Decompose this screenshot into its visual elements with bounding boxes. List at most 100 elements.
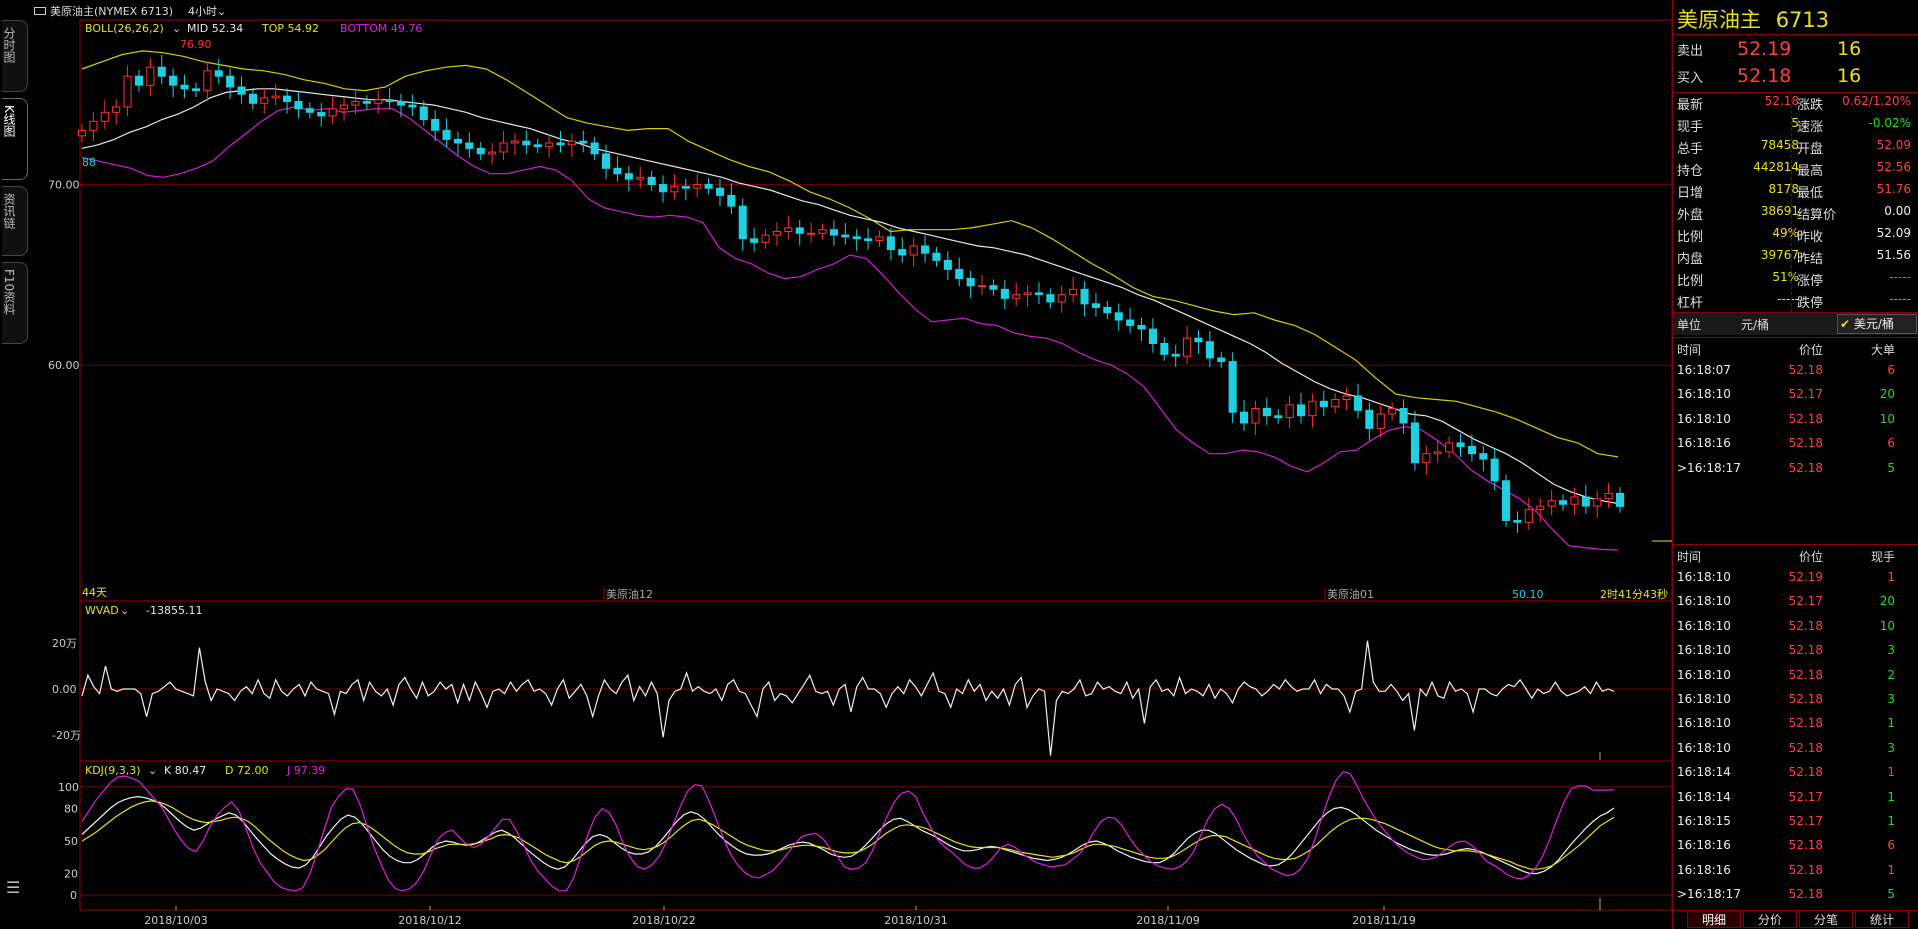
wvad-name[interactable]: WVAD xyxy=(85,604,119,617)
trade-row: 16:18:10 52.18 3 xyxy=(1677,741,1915,765)
candle-body xyxy=(1308,400,1317,417)
candle-body xyxy=(932,252,941,261)
candle-body xyxy=(328,108,337,117)
candle-body xyxy=(1217,357,1226,363)
candle-body xyxy=(636,176,645,180)
wvad-series-line xyxy=(81,640,1615,756)
stat-label: 杠杆 xyxy=(1677,296,1704,311)
stat-separator xyxy=(1791,248,1792,268)
trade-time: 16:18:10 xyxy=(1677,570,1731,584)
boll-bottom: BOTTOM 49.76 xyxy=(340,22,422,35)
left-value: 88 xyxy=(82,156,96,169)
boll-name[interactable]: BOLL(26,26,2) xyxy=(85,22,164,35)
boll-chevron-icon[interactable]: ⌄ xyxy=(172,22,181,35)
chart-area[interactable]: 70.00 60.00 20万 0.00 -20万 100 80 50 20 0 2018/10/0… xyxy=(0,0,1672,929)
candle-body xyxy=(1490,458,1499,482)
candle-body xyxy=(1353,395,1363,411)
candle-body xyxy=(431,119,440,131)
unit-usd-option[interactable]: ✔ 美元/桶 xyxy=(1837,314,1917,334)
kdj-chevron-icon[interactable]: ⌄ xyxy=(148,764,157,777)
candle-body xyxy=(1342,395,1351,400)
quote-stat-row: 持仓 442814 最高 52.56 xyxy=(1677,160,1915,182)
stat-separator xyxy=(1791,116,1792,136)
x-tick-label: 2018/10/03 xyxy=(144,914,207,927)
stat-label: 昨结 xyxy=(1797,252,1824,267)
trade-volume: 3 xyxy=(1887,740,1895,755)
kdj-tick-label: 50 xyxy=(64,835,78,848)
ask-row[interactable]: 卖出 52.19 16 xyxy=(1677,38,1915,62)
bottom-tab[interactable]: 明细 xyxy=(1687,911,1741,928)
stat-value: 5 xyxy=(1791,116,1799,130)
trade-volume: 6 xyxy=(1887,838,1895,853)
trade-volume: 6 xyxy=(1887,363,1895,377)
big-trades-header: 时间 价位 大单 xyxy=(1677,341,1915,365)
candle-body xyxy=(1103,306,1112,314)
candle-body xyxy=(1091,303,1101,308)
trade-price: 52.18 xyxy=(1788,460,1823,475)
trade-row: 16:18:15 52.17 1 xyxy=(1677,814,1915,838)
ask-volume: 16 xyxy=(1837,38,1862,60)
candle-body xyxy=(556,142,565,146)
trade-price: 52.19 xyxy=(1788,570,1823,584)
candle-body xyxy=(1456,442,1465,447)
boll-top: TOP 54.92 xyxy=(261,22,319,35)
trade-price: 52.18 xyxy=(1788,740,1823,755)
bid-row[interactable]: 买入 52.18 16 xyxy=(1677,65,1915,89)
candle-body xyxy=(1376,413,1385,429)
trade-row: 16:18:16 52.18 6 xyxy=(1677,436,1915,460)
candle-body xyxy=(1285,404,1294,418)
column-header: 时间 xyxy=(1677,550,1702,564)
trade-volume: 1 xyxy=(1887,862,1895,877)
stat-label: 内盘 xyxy=(1677,252,1704,267)
kdj-name[interactable]: KDJ(9,3,3) xyxy=(85,764,141,777)
candle-body xyxy=(1194,337,1203,343)
trade-price: 52.18 xyxy=(1788,765,1823,780)
stat-separator xyxy=(1791,94,1792,114)
wvad-tick-label: -20万 xyxy=(52,729,81,742)
candle-body xyxy=(1171,353,1180,357)
candle-body xyxy=(283,95,292,102)
trade-volume: 10 xyxy=(1879,411,1895,426)
trade-volume: 1 xyxy=(1887,814,1895,828)
unit-cny-option[interactable]: 元/桶 xyxy=(1741,316,1769,333)
candle-body xyxy=(134,75,143,86)
trade-time: 16:18:10 xyxy=(1677,643,1731,658)
quote-stat-row: 比例 49% 昨收 52.09 xyxy=(1677,226,1915,248)
stat-separator xyxy=(1791,292,1792,312)
candle-body xyxy=(89,120,98,131)
candle-body xyxy=(1057,294,1066,303)
bottom-tab[interactable]: 分笔 xyxy=(1799,911,1853,928)
bottom-tab[interactable]: 分价 xyxy=(1743,911,1797,928)
stat-value: 51% xyxy=(1772,270,1799,284)
candle-body xyxy=(191,88,200,92)
x-tick-label: 2018/10/31 xyxy=(884,914,947,927)
candle-body xyxy=(1365,409,1374,429)
countdown-label: 2时41分43秒 xyxy=(1600,587,1668,601)
wvad-chevron-icon[interactable]: ⌄ xyxy=(120,604,129,617)
candle-body xyxy=(579,140,588,144)
candle-body xyxy=(1422,453,1431,464)
candle-body xyxy=(1183,337,1192,357)
candle-body xyxy=(1319,400,1328,408)
kdj-lines xyxy=(81,771,1615,910)
column-header: 大单 xyxy=(1870,343,1895,357)
candle-body xyxy=(1205,341,1214,359)
stat-label: 最新 xyxy=(1677,98,1704,113)
unit-label: 单位 xyxy=(1677,318,1702,332)
bottom-tab[interactable]: 统计 xyxy=(1855,911,1909,928)
trade-time: 16:18:16 xyxy=(1677,436,1731,451)
trade-time: 16:18:10 xyxy=(1677,716,1731,731)
quote-panel: 美原油主 6713 卖出 52.19 16 买入 52.18 16 最新 52.1… xyxy=(1672,0,1918,929)
trade-row: 16:18:10 52.18 10 xyxy=(1677,412,1915,436)
trade-price: 52.18 xyxy=(1788,692,1823,706)
stat-separator xyxy=(1791,226,1792,246)
candle-body xyxy=(1604,492,1613,500)
stat-label: 涨跌 xyxy=(1797,98,1824,113)
trade-time: 16:18:07 xyxy=(1677,363,1731,377)
trade-row: 16:18:10 52.18 3 xyxy=(1677,692,1915,716)
x-tick-label: 2018/10/22 xyxy=(632,914,695,927)
candle-body xyxy=(1297,404,1306,417)
trade-row: 16:18:07 52.18 6 xyxy=(1677,363,1915,387)
candle-body xyxy=(1581,496,1590,507)
candle-body xyxy=(78,129,87,137)
